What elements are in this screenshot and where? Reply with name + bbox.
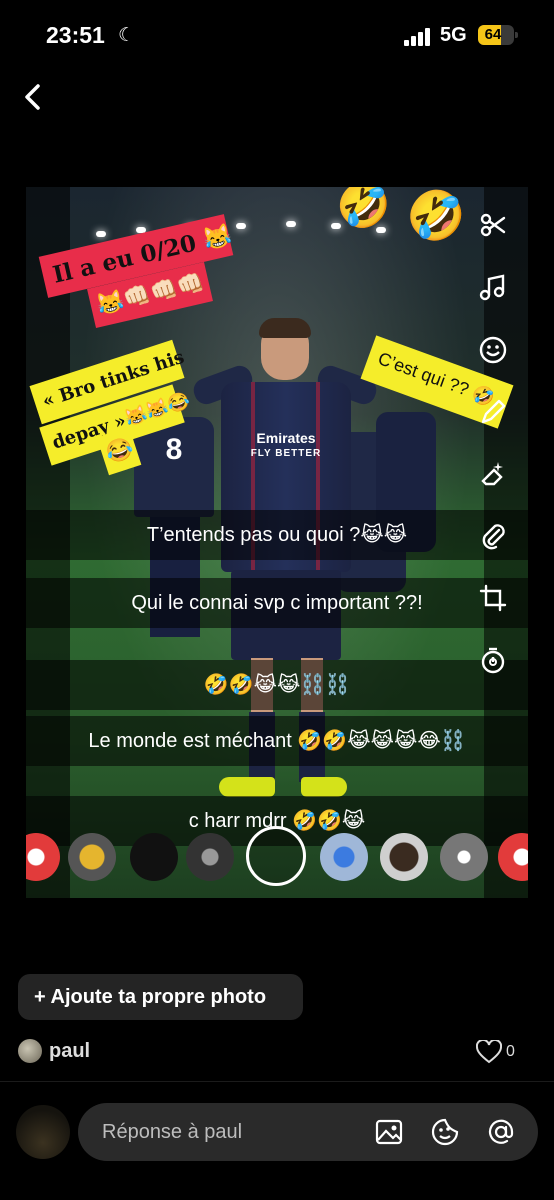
reply-input[interactable]: Réponse à paul (78, 1103, 538, 1161)
smiley-icon[interactable] (478, 335, 508, 365)
heart-icon (476, 1040, 502, 1064)
timer-icon[interactable] (478, 645, 508, 675)
shutter-button[interactable] (246, 826, 306, 886)
maps-lens[interactable] (320, 833, 368, 881)
like-button[interactable]: 0 (476, 1040, 536, 1064)
chevron-left-icon (25, 84, 40, 110)
status-bar: 23:51 ☾ 5G 64 (0, 0, 554, 70)
sticker-icon[interactable] (430, 1117, 460, 1147)
caption-bar[interactable]: 🤣🤣😹😹⛓️⛓️ (26, 660, 528, 710)
jersey-sponsor-tagline: FLY BETTER (250, 448, 322, 459)
battery-level: 64 (484, 26, 502, 43)
image-icon[interactable] (374, 1117, 404, 1147)
caption-bar[interactable]: Qui le connai svp c important ??! (26, 578, 528, 628)
dark-lens[interactable] (130, 833, 178, 881)
pin-lens[interactable] (440, 833, 488, 881)
eraser-icon[interactable] (478, 459, 508, 489)
pencil-icon[interactable] (478, 397, 508, 427)
divider (0, 1081, 554, 1082)
emoji-sticker[interactable]: 🤣 (406, 187, 466, 244)
moon-icon: ☾ (118, 25, 136, 46)
author-name: paul (49, 1040, 91, 1062)
battery-icon: 64 (478, 25, 518, 45)
jersey-sponsor: Emirates (256, 430, 316, 446)
story-card[interactable]: 8 Emirates FLY BETTER Il a eu 0/20 😹 😹👊🏻… (26, 187, 528, 898)
emoji-sticker[interactable]: 🤣 (336, 187, 391, 231)
signal-icon (404, 28, 432, 46)
jersey-number: 8 (165, 433, 183, 466)
avatar (18, 1039, 42, 1063)
portrait-lens[interactable] (380, 833, 428, 881)
music-icon[interactable] (478, 273, 508, 303)
back-button[interactable] (18, 80, 52, 114)
caption-bar[interactable]: T’entends pas ou quoi ?😹😹 (26, 510, 528, 560)
scissors-icon[interactable] (478, 210, 508, 240)
location-lens[interactable] (68, 833, 116, 881)
status-time: 23:51 (46, 22, 105, 48)
like-count: 0 (506, 1043, 515, 1060)
paperclip-icon[interactable] (478, 521, 508, 551)
sticker-text: 😂 (102, 434, 137, 468)
mention-icon[interactable] (486, 1117, 516, 1147)
avatar[interactable] (16, 1105, 70, 1159)
reply-placeholder: Réponse à paul (102, 1121, 243, 1143)
add-photo-button[interactable]: + Ajoute ta propre photo (18, 974, 303, 1020)
caption-bar[interactable]: Le monde est méchant 🤣🤣😹😹😹😂⛓️ (26, 716, 528, 766)
crop-icon[interactable] (478, 583, 508, 613)
emblem-lens[interactable] (186, 833, 234, 881)
network-type: 5G (440, 24, 467, 46)
